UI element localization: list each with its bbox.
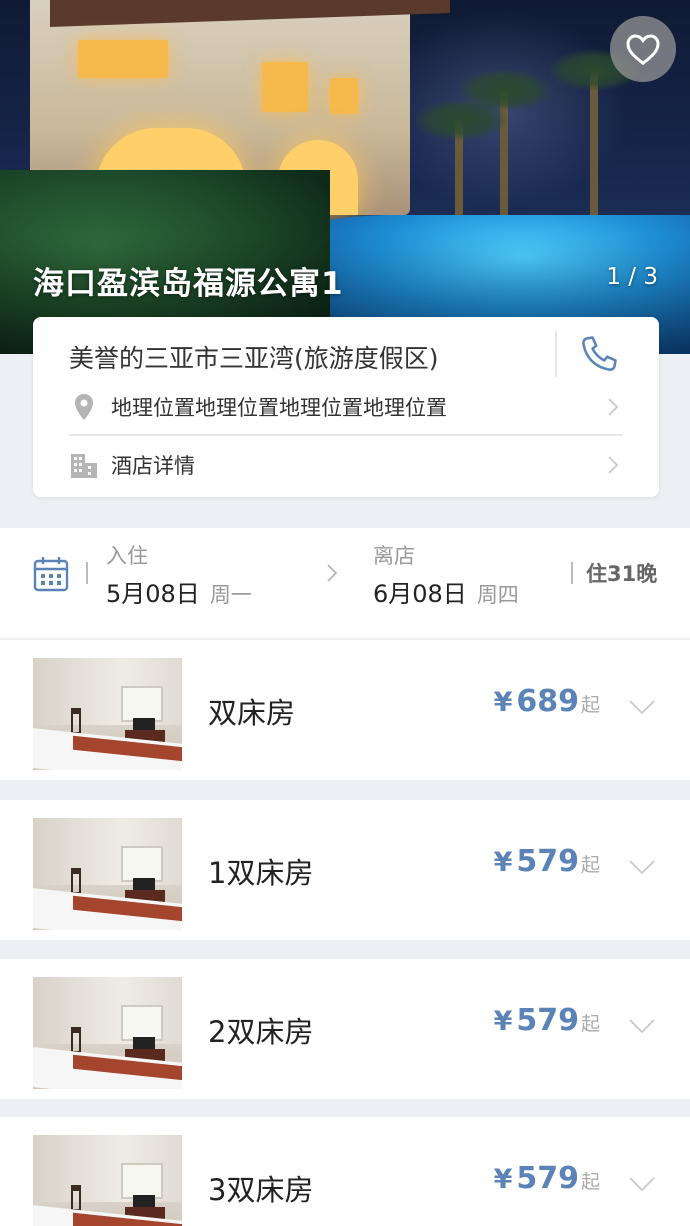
chevron-right-icon — [608, 398, 619, 416]
hotel-info-card: 美誉的三亚市三亚湾(旅游度假区) 地理位置地理位置地理位置地理位置 酒店详情 — [33, 317, 659, 497]
checkout-label: 离店 — [373, 544, 415, 568]
hotel-details-row[interactable]: 酒店详情 — [69, 445, 623, 485]
currency-symbol: ¥ — [493, 687, 513, 718]
photo-counter: 1 / 3 — [606, 264, 658, 290]
room-item[interactable]: 1双床房 ¥579 起 — [0, 800, 690, 940]
currency-symbol: ¥ — [493, 1006, 513, 1037]
room-name: 2双床房 — [208, 1015, 314, 1049]
divider — [571, 562, 573, 584]
price-suffix: 起 — [580, 694, 600, 716]
heart-outline-icon — [626, 34, 660, 66]
price-suffix: 起 — [580, 1013, 600, 1035]
divider — [69, 434, 623, 436]
price-suffix: 起 — [580, 854, 600, 876]
currency-symbol: ¥ — [493, 1164, 513, 1195]
price-suffix: 起 — [580, 1171, 600, 1193]
room-name: 双床房 — [208, 696, 296, 730]
location-text: 地理位置地理位置地理位置地理位置 — [111, 396, 447, 420]
chevron-down-icon[interactable] — [628, 1017, 656, 1035]
chevron-right-icon — [327, 564, 338, 582]
room-price: ¥579 起 — [494, 1003, 600, 1038]
price-amount: 579 — [516, 844, 579, 879]
room-photo[interactable] — [33, 1135, 182, 1226]
price-amount: 579 — [516, 1161, 579, 1196]
checkin-weekday: 周一 — [209, 583, 252, 607]
checkout-date[interactable]: 离店 6月08日 周四 — [373, 540, 519, 609]
hotel-name: 美誉的三亚市三亚湾(旅游度假区) — [69, 344, 439, 373]
favorite-button[interactable] — [610, 16, 676, 82]
chevron-down-icon[interactable] — [628, 1175, 656, 1193]
hotel-title: 海口盈滨岛福源公寓1 — [33, 266, 344, 302]
room-price: ¥579 起 — [494, 1161, 600, 1196]
phone-icon — [582, 336, 617, 371]
chevron-down-icon[interactable] — [628, 698, 656, 716]
checkin-label: 入住 — [106, 544, 148, 568]
currency-symbol: ¥ — [493, 847, 513, 878]
room-item[interactable]: 双床房 ¥689 起 — [0, 640, 690, 780]
checkout-weekday: 周四 — [476, 583, 519, 607]
chevron-right-icon — [608, 456, 619, 474]
room-price: ¥689 起 — [494, 684, 600, 719]
divider — [555, 331, 557, 377]
room-price: ¥579 起 — [494, 844, 600, 879]
hotel-details-text: 酒店详情 — [111, 454, 195, 478]
room-name: 1双床房 — [208, 856, 314, 890]
building-icon — [69, 450, 99, 480]
price-amount: 689 — [516, 684, 579, 719]
room-photo[interactable] — [33, 818, 182, 930]
stay-dates-bar[interactable]: 入住 5月08日 周一 离店 6月08日 周四 住31晚 — [0, 528, 690, 638]
checkin-date-value: 5月08日 — [106, 580, 200, 608]
price-amount: 579 — [516, 1003, 579, 1038]
checkout-date-value: 6月08日 — [373, 580, 467, 608]
call-button[interactable] — [574, 329, 624, 379]
map-pin-icon — [69, 392, 99, 422]
checkin-date[interactable]: 入住 5月08日 周一 — [106, 540, 252, 609]
room-name: 3双床房 — [208, 1173, 314, 1207]
room-photo[interactable] — [33, 658, 182, 770]
room-item[interactable]: 3双床房 ¥579 起 — [0, 1117, 690, 1226]
nights-count: 住31晚 — [586, 562, 658, 586]
room-photo[interactable] — [33, 977, 182, 1089]
divider — [86, 562, 88, 584]
chevron-down-icon[interactable] — [628, 858, 656, 876]
location-row[interactable]: 地理位置地理位置地理位置地理位置 — [69, 387, 623, 427]
room-item[interactable]: 2双床房 ¥579 起 — [0, 959, 690, 1099]
calendar-icon — [33, 557, 69, 592]
